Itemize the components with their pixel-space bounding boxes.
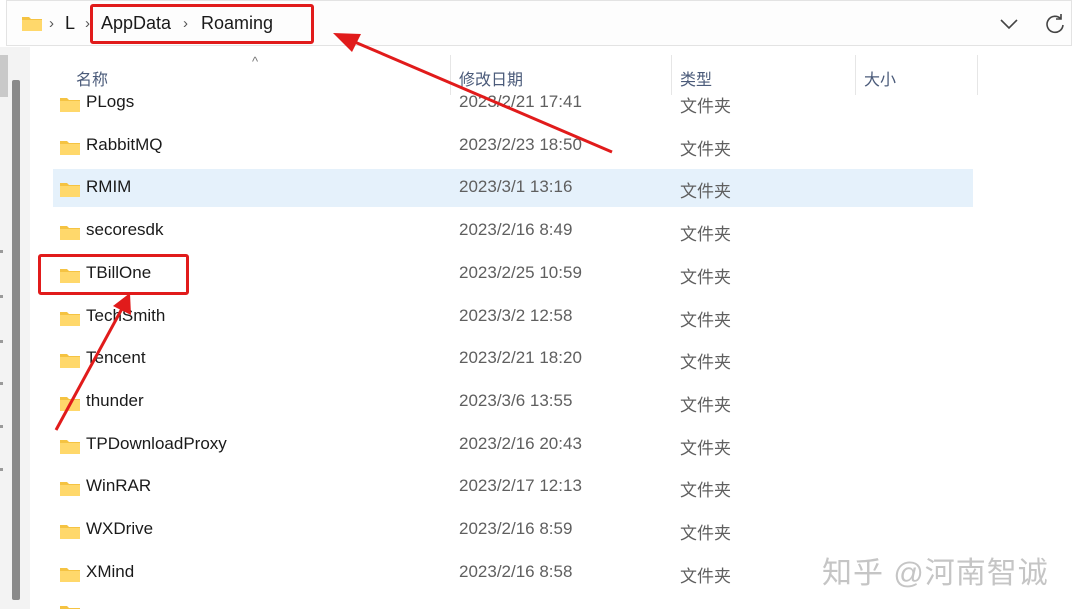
annotation-arrow-line xyxy=(349,38,613,154)
watermark: 知乎 @河南智诚 xyxy=(822,557,1049,590)
annotation-arrows xyxy=(54,33,613,431)
annotation-arrow-line xyxy=(54,304,126,431)
